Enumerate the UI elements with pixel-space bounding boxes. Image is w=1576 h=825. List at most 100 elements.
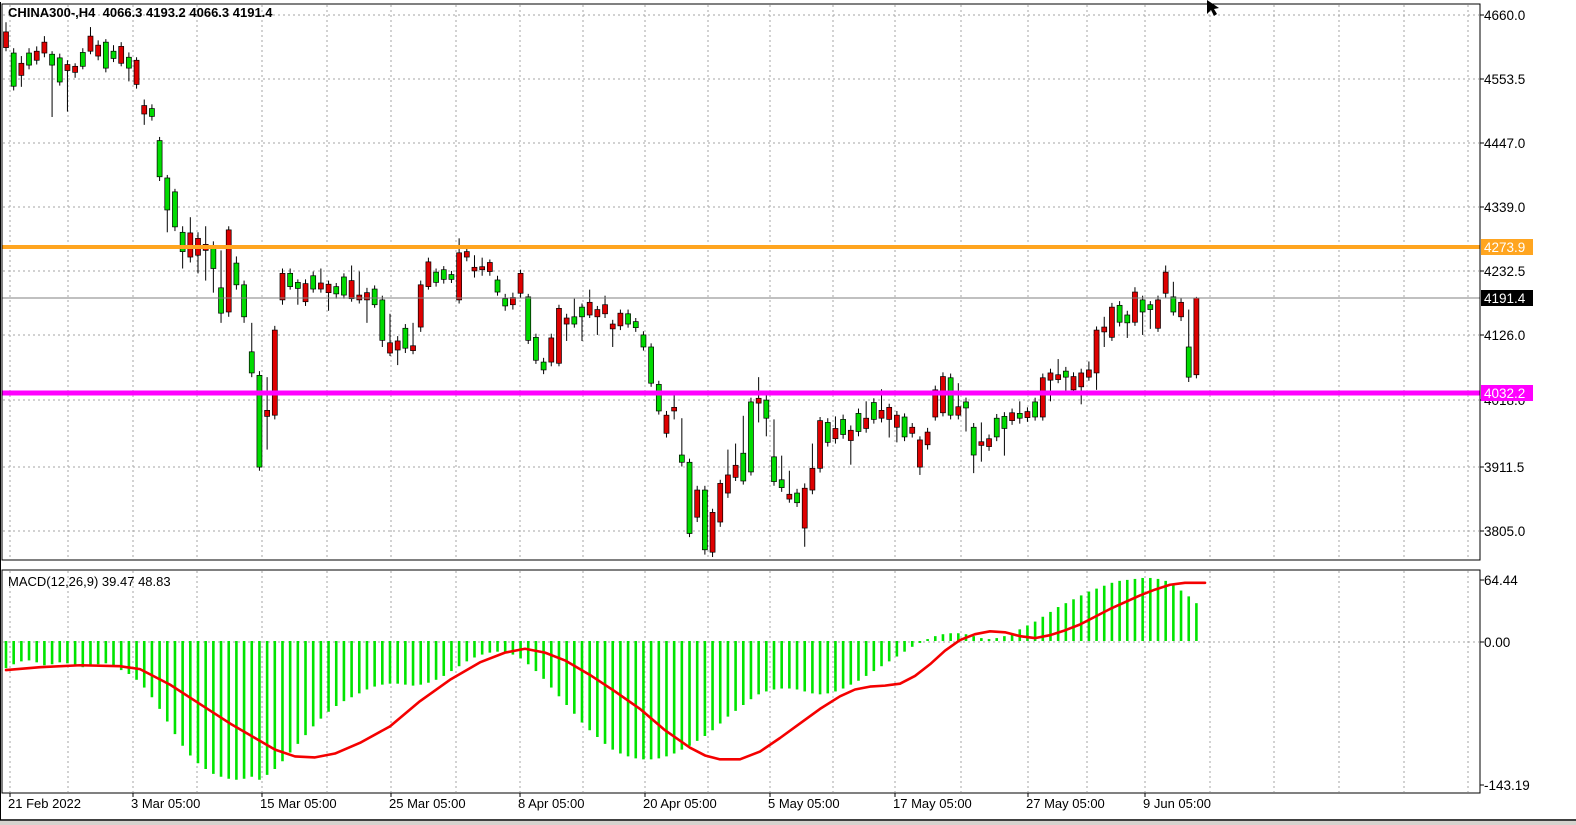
candle-body: [894, 414, 900, 428]
price-axis-label: 4447.0: [1484, 136, 1525, 151]
time-axis-label: 15 Mar 05:00: [260, 796, 337, 811]
candle-body: [1109, 306, 1115, 338]
candle-body: [694, 489, 701, 518]
candle-body: [563, 317, 570, 325]
candle-body: [740, 452, 747, 482]
candle-body: [655, 384, 662, 412]
candle-body: [978, 441, 985, 446]
candle-body: [579, 306, 585, 318]
candle-body: [1139, 299, 1146, 313]
candle-body: [602, 304, 608, 315]
time-axis-label: 27 May 05:00: [1026, 796, 1105, 811]
candle-body: [448, 274, 455, 280]
time-axis-label: 17 May 05:00: [893, 796, 972, 811]
candle-body: [1185, 346, 1192, 378]
candle-body: [586, 301, 593, 316]
candle-body: [525, 296, 532, 341]
candle-body: [3, 31, 9, 48]
candle-body: [1070, 376, 1077, 391]
candle-body: [433, 271, 439, 283]
candle-body: [1009, 412, 1015, 421]
candle-body: [1032, 401, 1038, 418]
price-axis-label: 3805.0: [1484, 524, 1525, 539]
candle-body: [210, 248, 217, 269]
candle-body: [540, 361, 547, 371]
candle-body: [463, 251, 470, 258]
candle-body: [87, 35, 94, 52]
candle-body: [1078, 372, 1085, 388]
candle-body: [1055, 374, 1062, 380]
candle-body: [594, 309, 601, 318]
candle-body: [1062, 370, 1069, 378]
candle-body: [187, 232, 194, 258]
candle-body: [425, 261, 432, 287]
candle-body: [748, 401, 754, 473]
time-axis-label: 9 Jun 05:00: [1143, 796, 1211, 811]
candle-body: [18, 62, 25, 76]
price-axis-label: 3911.5: [1484, 460, 1524, 475]
candle-body: [840, 419, 846, 435]
candle-body: [218, 287, 224, 314]
candle-body: [110, 50, 117, 59]
window-bottom-strip: [0, 821, 1576, 825]
candle-body: [732, 464, 739, 478]
candle-body: [333, 286, 340, 295]
candle-body: [617, 312, 624, 327]
candle-body: [794, 492, 800, 504]
candle-body: [156, 140, 163, 178]
candle-body: [863, 417, 870, 429]
candle-body: [1001, 416, 1008, 429]
last-price-tag: 4191.4: [1484, 291, 1526, 306]
candle-body: [471, 266, 478, 272]
candle-body: [909, 426, 916, 434]
time-axis-label: 5 May 05:00: [768, 796, 840, 811]
price-axis-label: 4126.0: [1484, 328, 1525, 343]
macd-axis-label: 64.44: [1484, 573, 1518, 588]
candle-body: [271, 329, 278, 416]
candle-body: [901, 416, 908, 438]
candle-body: [233, 262, 240, 286]
candle-body: [778, 479, 785, 488]
time-axis-label: 21 Feb 2022: [8, 796, 81, 811]
candle-body: [26, 52, 32, 66]
candle-body: [817, 420, 823, 469]
candle-body: [133, 59, 140, 85]
candle-body: [924, 431, 931, 446]
candle-body: [1132, 291, 1138, 323]
candle-body: [970, 426, 977, 456]
candle-body: [410, 345, 416, 351]
candle-body: [456, 252, 462, 301]
candle-body: [548, 337, 555, 363]
candle-body: [648, 346, 654, 384]
candle-body: [172, 191, 178, 228]
candle-body: [402, 327, 409, 349]
candle-body: [1047, 372, 1054, 381]
candle-body: [1016, 413, 1023, 419]
candle-body: [440, 269, 447, 280]
candle-body: [855, 413, 862, 432]
candle-body: [325, 283, 332, 294]
candle-body: [886, 406, 893, 420]
candle-body: [917, 439, 923, 468]
candle-body: [356, 294, 363, 301]
candle-body: [702, 489, 708, 551]
candle-body: [671, 406, 678, 412]
candle-body: [771, 456, 777, 482]
candle-body: [1124, 314, 1131, 324]
candle-body: [1162, 271, 1169, 294]
candle-body: [686, 461, 693, 534]
macd-axis-label: 0.00: [1484, 635, 1510, 650]
candle-body: [809, 467, 816, 491]
candle-body: [10, 52, 17, 87]
candle-body: [417, 284, 424, 328]
candle-body: [1178, 301, 1184, 318]
candle-body: [963, 401, 969, 409]
candle-body: [310, 275, 317, 290]
price-axis-label: 4553.5: [1484, 72, 1525, 87]
candle-body: [1147, 304, 1154, 310]
candle-body: [479, 266, 486, 271]
candle-body: [1039, 377, 1046, 418]
candle-body: [364, 292, 370, 301]
candle-body: [625, 313, 631, 325]
candle-body: [786, 493, 793, 500]
